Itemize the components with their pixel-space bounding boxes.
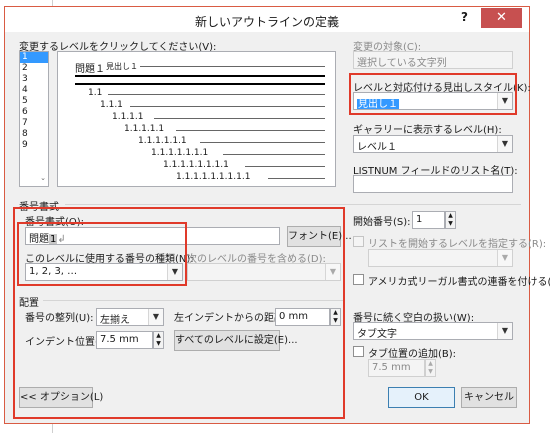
- follow-number-combo[interactable]: タブ文字 ▼: [353, 322, 513, 340]
- follow-number-value: タブ文字: [357, 329, 397, 340]
- level-item[interactable]: 2: [20, 63, 48, 74]
- level-item[interactable]: 5: [20, 96, 48, 107]
- tab-stop-value: 7.5 mm: [372, 362, 411, 373]
- level-item[interactable]: 9: [20, 140, 48, 151]
- outline-preview[interactable]: 問題１ 見出し１ 1.1 1.1.1 1.1.1.1 1.1.1.1.1 1.1…: [57, 51, 336, 187]
- restart-label: リストを開始するレベルを指定する(R):: [368, 239, 547, 250]
- level-item[interactable]: 4: [20, 85, 48, 96]
- level-item[interactable]: 8: [20, 129, 48, 140]
- level-item[interactable]: 7: [20, 118, 48, 129]
- preview-level-text: 1.1.1.1.1.1.1: [151, 148, 209, 158]
- preview-heading-number: 問題１: [75, 64, 105, 75]
- preview-level-text: 1.1.1.1.1.1: [138, 136, 187, 146]
- start-at-label: 開始番号(S):: [353, 217, 411, 228]
- level-item[interactable]: 3: [20, 74, 48, 85]
- cancel-button[interactable]: キャンセル: [461, 387, 517, 408]
- level-listbox[interactable]: 1 2 3 4 5 6 7 8 9 ⌄: [19, 51, 49, 187]
- restart-checkbox[interactable]: [353, 236, 364, 247]
- chevron-down-icon[interactable]: ▼: [497, 250, 512, 266]
- start-at-spinner[interactable]: ▲ ▼: [445, 211, 456, 229]
- preview-line: [140, 66, 325, 67]
- preview-level-text: 1.1: [88, 88, 103, 98]
- preview-level-text: 1.1.1.1.1.1.1.1.1: [176, 172, 251, 182]
- define-outline-dialog: 新しいアウトラインの定義 ? ✕ 変更するレベルをクリックしてください(V): …: [4, 6, 550, 424]
- preview-line: [154, 118, 325, 119]
- preview-line: [130, 106, 325, 107]
- title-bar: 新しいアウトラインの定義 ? ✕: [5, 7, 529, 32]
- gallery-level-combo[interactable]: レベル１ ▼: [353, 135, 513, 153]
- spin-down-icon[interactable]: ▼: [446, 220, 455, 228]
- tab-stop-spinner[interactable]: ▲ ▼: [425, 359, 436, 377]
- preview-line: [75, 75, 325, 77]
- start-at-value: 1: [416, 214, 423, 225]
- help-button[interactable]: ?: [461, 10, 468, 24]
- ok-button[interactable]: OK: [388, 387, 455, 408]
- spin-up-icon[interactable]: ▲: [426, 360, 435, 368]
- section-divider: [65, 204, 521, 205]
- tab-stop-input[interactable]: 7.5 mm: [368, 359, 425, 377]
- chevron-down-icon[interactable]: ▼: [497, 323, 512, 339]
- gallery-level-label: ギャラリーに表示するレベル(H):: [353, 125, 502, 136]
- dialog-title: 新しいアウトラインの定義: [194, 15, 339, 29]
- preview-level-text: 1.1.1.1: [112, 112, 144, 122]
- preview-line: [223, 154, 325, 155]
- preview-line: [268, 178, 325, 179]
- gallery-level-value: レベル１: [357, 142, 397, 153]
- spin-up-icon[interactable]: ▲: [446, 212, 455, 220]
- preview-line: [176, 130, 325, 131]
- preview-level-text: 1.1.1.1.1: [124, 124, 165, 134]
- close-button[interactable]: ✕: [481, 8, 522, 28]
- level-item[interactable]: 6: [20, 107, 48, 118]
- chevron-down-icon[interactable]: ▼: [497, 136, 512, 152]
- preview-line: [245, 166, 325, 167]
- apply-to-combo[interactable]: 選択している文字列: [353, 51, 513, 69]
- tab-stop-checkbox[interactable]: [353, 346, 364, 357]
- preview-line: [75, 83, 325, 85]
- tab-stop-label: タブ位置の追加(B):: [368, 349, 457, 360]
- restart-combo[interactable]: ▼: [368, 249, 513, 267]
- level-item[interactable]: 1: [20, 52, 48, 63]
- legal-style-checkbox[interactable]: [353, 274, 364, 285]
- apply-to-value: 選択している文字列: [357, 58, 447, 69]
- preview-heading-style: 見出し１: [106, 62, 138, 71]
- listnum-input[interactable]: [353, 175, 513, 193]
- scroll-down-icon[interactable]: ⌄: [38, 174, 48, 186]
- start-at-input[interactable]: 1: [412, 211, 445, 229]
- preview-line: [108, 94, 325, 95]
- preview-line: [200, 142, 325, 143]
- preview-level-text: 1.1.1.1.1.1.1.1: [163, 160, 229, 170]
- spin-down-icon[interactable]: ▼: [426, 368, 435, 376]
- preview-level-text: 1.1.1: [100, 100, 123, 110]
- legal-style-label: アメリカ式リーガル書式の連番を付ける(G): [368, 277, 550, 288]
- highlight-left-panel: [13, 207, 345, 419]
- highlight-link-style: [349, 73, 517, 115]
